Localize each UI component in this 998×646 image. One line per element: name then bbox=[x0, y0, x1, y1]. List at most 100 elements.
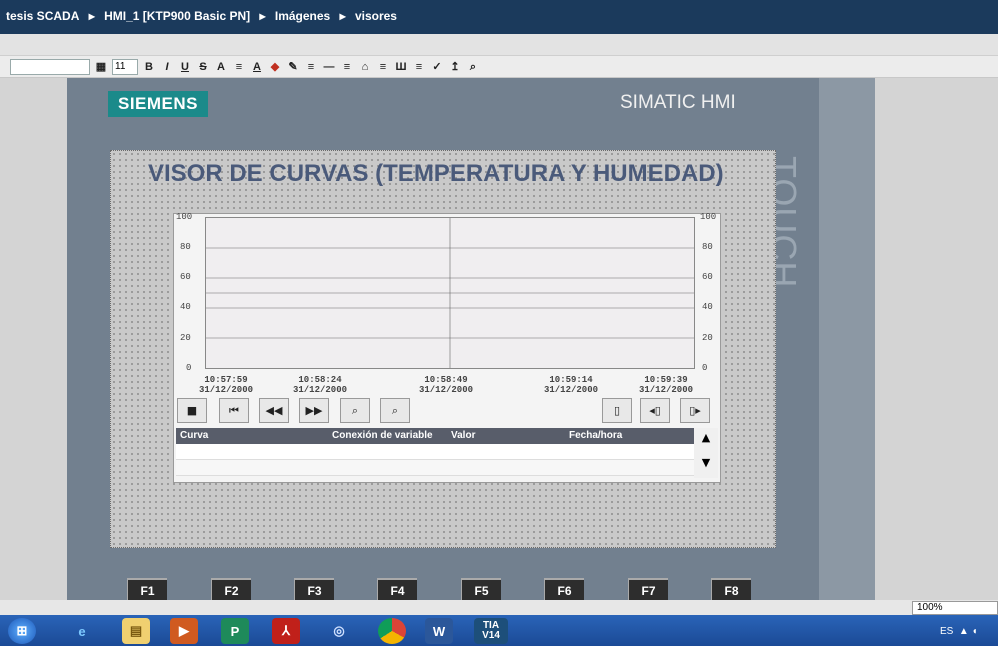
table-scrollbar[interactable]: ▲ ▼ bbox=[694, 428, 718, 478]
network-icon[interactable]: ◎ bbox=[325, 618, 353, 644]
trend-plot-area[interactable] bbox=[205, 217, 695, 369]
y-tick-right: 100 bbox=[700, 212, 717, 222]
table-row[interactable] bbox=[176, 460, 694, 476]
font-size-field[interactable]: 11 bbox=[112, 58, 138, 75]
ruler-left-icon: ◂▯ bbox=[649, 404, 661, 417]
breadcrumb-device[interactable]: HMI_1 [KTP900 Basic PN] bbox=[104, 9, 250, 23]
forward-button[interactable]: ▶▶ bbox=[299, 398, 329, 423]
bring-front-button[interactable]: ↥ bbox=[448, 59, 462, 75]
fkey-f5[interactable]: F5 bbox=[461, 578, 501, 600]
column-header-curva[interactable]: Curva bbox=[180, 430, 208, 441]
font-color-button[interactable]: A bbox=[250, 59, 264, 75]
stop-button[interactable]: ■ bbox=[177, 398, 207, 423]
breadcrumb-separator: ▸ bbox=[259, 9, 266, 23]
x-tick-time: 10:59:14 bbox=[549, 375, 593, 385]
rewind-button[interactable]: ◀◀ bbox=[259, 398, 289, 423]
x-tick-date: 31/12/2000 bbox=[638, 385, 693, 395]
ruler-back-button[interactable]: ◂▯ bbox=[640, 398, 670, 423]
start-button[interactable]: ⊞ bbox=[8, 618, 36, 644]
x-tick-time: 10:59:39 bbox=[644, 375, 688, 385]
y-tick-right: 60 bbox=[702, 272, 713, 282]
x-tick: 10:58:24 31/12/2000 bbox=[290, 375, 350, 395]
y-tick-left: 100 bbox=[176, 212, 193, 222]
line-color-button[interactable]: ✎ bbox=[286, 59, 300, 75]
zoom-level-field[interactable]: 100% bbox=[912, 601, 998, 615]
line-style-button[interactable]: ≡ bbox=[304, 59, 318, 75]
underline-button[interactable]: U bbox=[178, 59, 192, 75]
fkey-f4[interactable]: F4 bbox=[377, 578, 417, 600]
forward-icon: ▶▶ bbox=[305, 404, 323, 417]
fkey-f7[interactable]: F7 bbox=[628, 578, 668, 600]
first-button[interactable]: ⏮ bbox=[219, 398, 249, 423]
ie-icon[interactable]: e bbox=[68, 618, 96, 644]
x-tick: 10:58:49 31/12/2000 bbox=[416, 375, 476, 395]
fkey-f8[interactable]: F8 bbox=[711, 578, 751, 600]
check-icon[interactable]: ✓ bbox=[430, 59, 444, 75]
scroll-up-icon[interactable]: ▲ bbox=[694, 431, 718, 444]
x-tick: 10:59:14 31/12/2000 bbox=[541, 375, 601, 395]
skip-start-icon: ⏮ bbox=[229, 403, 239, 417]
word-icon[interactable]: W bbox=[425, 618, 453, 644]
tia-portal-icon[interactable]: TIA V14 bbox=[474, 618, 508, 644]
y-tick-left: 60 bbox=[180, 272, 191, 282]
align-top-button[interactable]: ⌂ bbox=[358, 59, 372, 75]
table-row[interactable] bbox=[176, 444, 694, 460]
fkey-f3[interactable]: F3 bbox=[294, 578, 334, 600]
fkey-f6[interactable]: F6 bbox=[544, 578, 584, 600]
y-tick-right: 0 bbox=[702, 363, 708, 373]
y-tick-left: 80 bbox=[180, 242, 191, 252]
distribute-button[interactable]: ≡ bbox=[376, 59, 390, 75]
fkey-f1[interactable]: F1 bbox=[127, 578, 167, 600]
italic-button[interactable]: I bbox=[160, 59, 174, 75]
breadcrumb-screen[interactable]: visores bbox=[355, 9, 397, 23]
breadcrumb-folder[interactable]: Imágenes bbox=[275, 9, 330, 23]
stop-icon: ■ bbox=[186, 404, 198, 417]
media-player-icon[interactable]: ▶ bbox=[170, 618, 198, 644]
status-bar bbox=[0, 600, 998, 615]
y-tick-left: 0 bbox=[186, 363, 192, 373]
grid-icon[interactable]: ▦ bbox=[94, 59, 108, 75]
hmi-device-side bbox=[819, 78, 875, 600]
line-width-button[interactable]: — bbox=[322, 59, 336, 75]
scroll-down-icon[interactable]: ▼ bbox=[694, 456, 718, 469]
simatic-hmi-label: SIMATIC HMI bbox=[620, 92, 736, 113]
align-button[interactable]: ≡ bbox=[232, 59, 246, 75]
magnifier-icon: ⌕ bbox=[351, 403, 359, 417]
x-tick-time: 10:58:24 bbox=[298, 375, 342, 385]
strikethrough-button[interactable]: S bbox=[196, 59, 210, 75]
column-header-conexion[interactable]: Conexión de variable bbox=[332, 430, 433, 441]
acrobat-icon[interactable]: ⅄ bbox=[272, 618, 300, 644]
breadcrumb-separator: ▸ bbox=[339, 9, 346, 23]
format-toolbar: ▦ 11 B I U S A ≡ A ◆ ✎ ≡ — ≡ ⌂ ≡ Ш ≡ ✓ ↥… bbox=[0, 56, 998, 78]
fill-color-button[interactable]: ◆ bbox=[268, 59, 282, 75]
same-height-button[interactable]: ≡ bbox=[412, 59, 426, 75]
ruler-button[interactable]: ▯ bbox=[602, 398, 632, 423]
x-tick-time: 10:58:49 bbox=[424, 375, 468, 385]
ruler-right-icon: ▯▸ bbox=[689, 404, 701, 417]
y-tick-left: 40 bbox=[180, 302, 191, 312]
font-grow-button[interactable]: A bbox=[214, 59, 228, 75]
same-width-button[interactable]: Ш bbox=[394, 59, 408, 75]
zoom-out-button[interactable]: ⌕ bbox=[380, 398, 410, 423]
fkey-f2[interactable]: F2 bbox=[211, 578, 251, 600]
breadcrumb-project[interactable]: tesis SCADA bbox=[6, 9, 79, 23]
column-header-valor[interactable]: Valor bbox=[451, 430, 475, 441]
bold-button[interactable]: B bbox=[142, 59, 156, 75]
breadcrumb-separator: ▸ bbox=[88, 9, 95, 23]
trend-grid bbox=[206, 218, 694, 368]
editor-header-strip bbox=[0, 34, 998, 56]
screen-title[interactable]: VISOR DE CURVAS (TEMPERATURA Y HUMEDAD) bbox=[148, 160, 724, 188]
x-tick-date: 31/12/2000 bbox=[292, 385, 347, 395]
font-name-field[interactable] bbox=[10, 58, 90, 75]
zoom-in-button[interactable]: ⌕ bbox=[340, 398, 370, 423]
ruler-forward-button[interactable]: ▯▸ bbox=[680, 398, 710, 423]
column-header-fecha[interactable]: Fecha/hora bbox=[569, 430, 622, 441]
chrome-icon[interactable] bbox=[378, 618, 406, 644]
language-label: ES bbox=[940, 626, 954, 637]
zoom-icon[interactable]: ⌕ bbox=[466, 59, 480, 75]
explorer-icon[interactable]: ▤ bbox=[122, 618, 150, 644]
publisher-icon[interactable]: P bbox=[221, 618, 249, 644]
rewind-icon: ◀◀ bbox=[265, 404, 283, 417]
language-indicator[interactable]: ES ▲ ◖ bbox=[940, 626, 978, 637]
align-left-button[interactable]: ≡ bbox=[340, 59, 354, 75]
